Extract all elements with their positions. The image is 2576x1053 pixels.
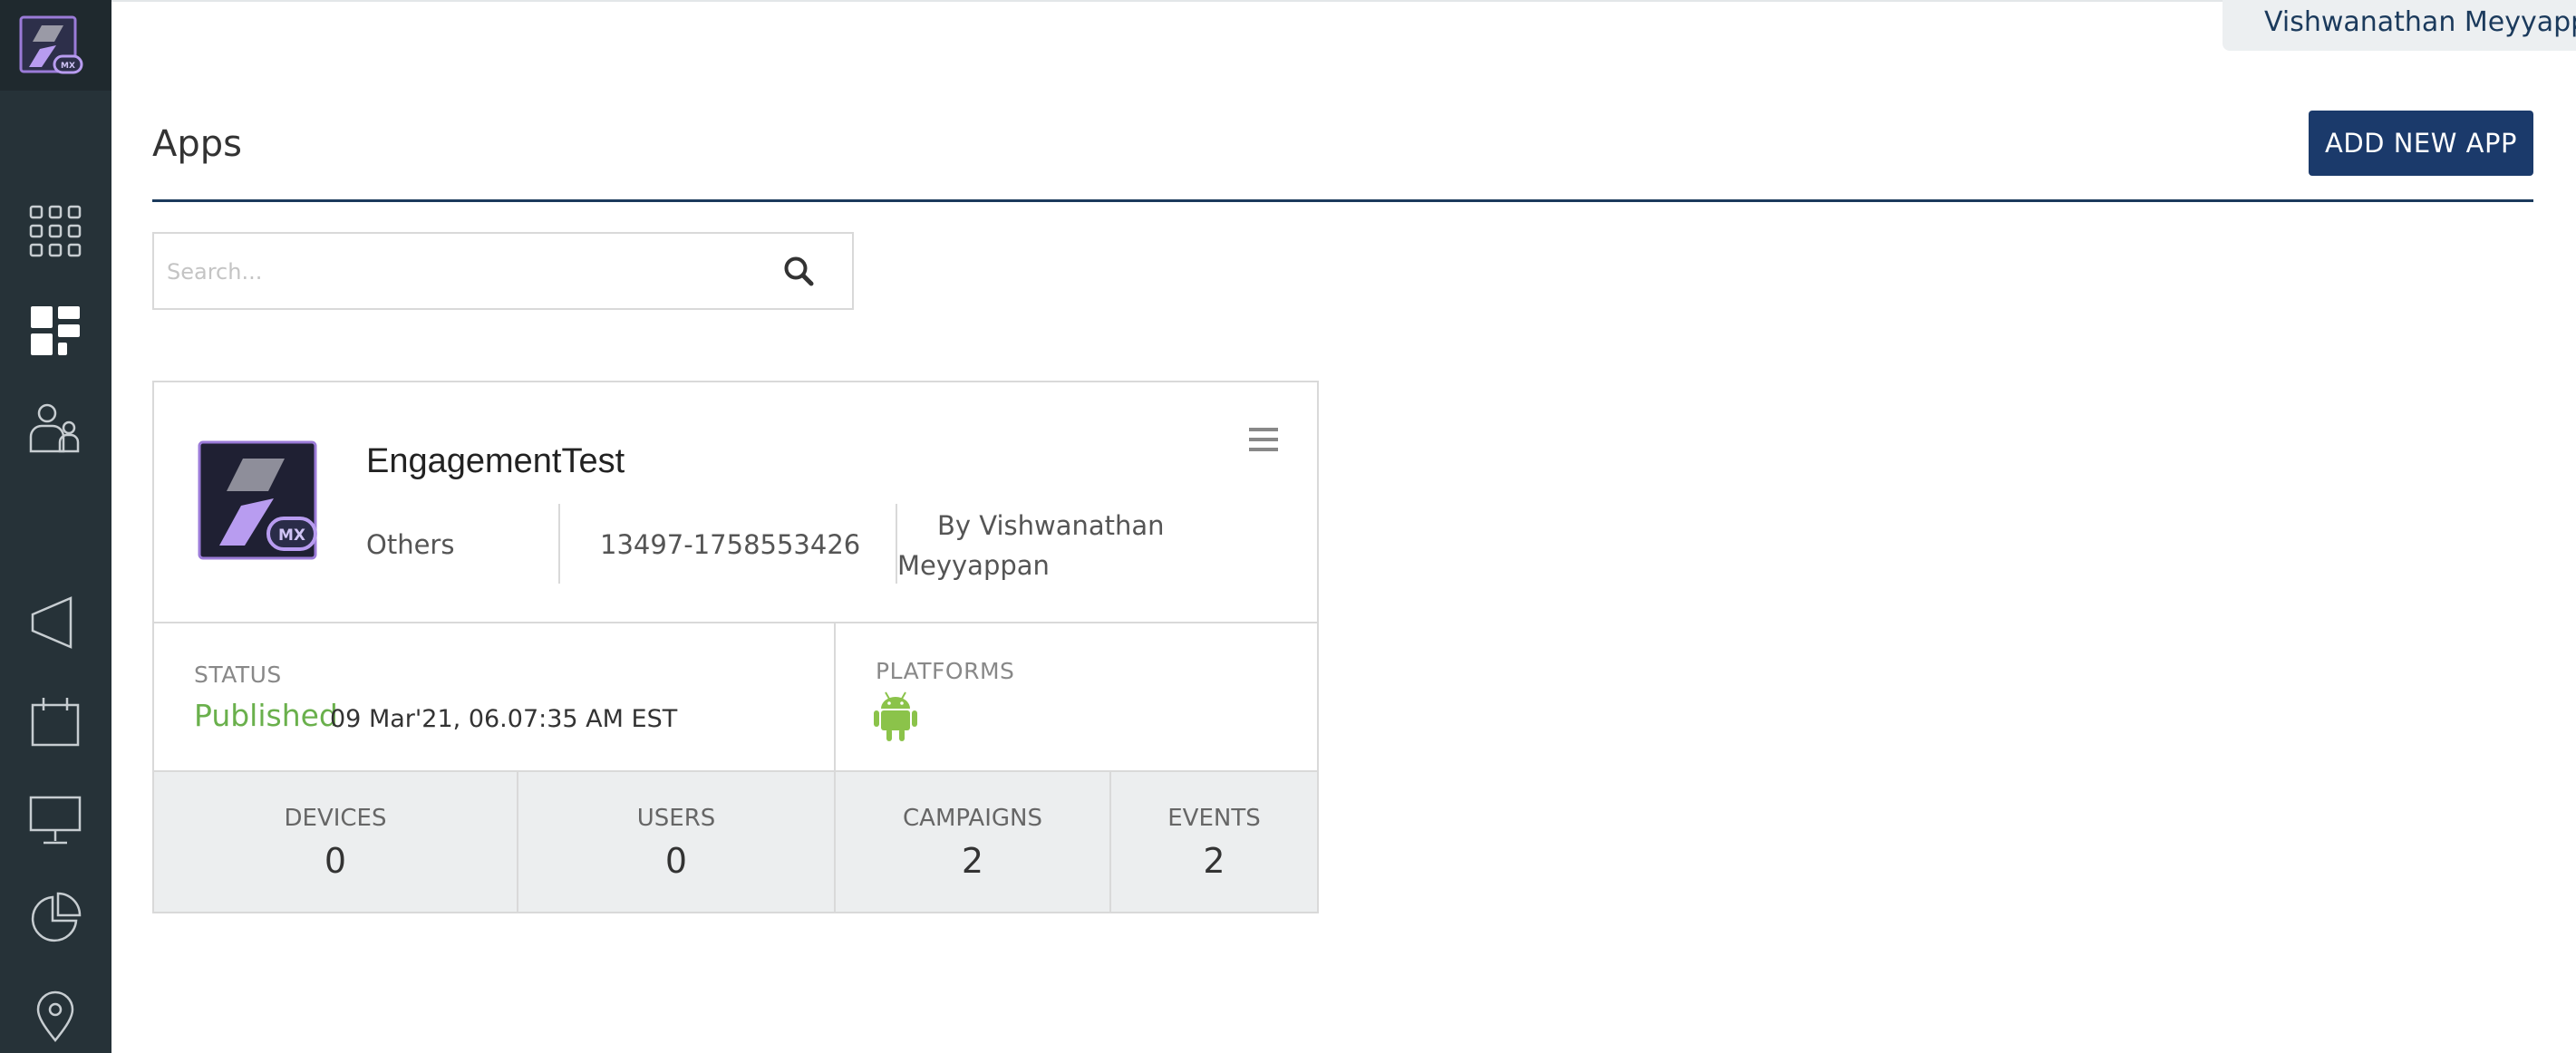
search-box[interactable] [152,232,854,310]
search-input[interactable] [167,246,747,297]
apps-grid-icon[interactable] [27,203,83,259]
search-icon[interactable] [781,254,818,290]
card-divider [154,622,1317,623]
stat-users[interactable]: USERS 0 [518,772,834,912]
add-new-app-button[interactable]: ADD NEW APP [2309,111,2533,176]
svg-text:MX: MX [278,526,305,545]
platforms-label: PLATFORMS [876,658,1015,684]
header-divider [152,199,2533,202]
app-owner: By Vishwanathan Meyyappan [897,506,1206,585]
sidebar: MX [0,0,111,1053]
stat-events[interactable]: EVENTS 2 [1111,772,1317,912]
stat-label: USERS [636,805,716,832]
app-logo-icon: MX [198,440,317,560]
megaphone-icon[interactable] [27,594,83,651]
meta-divider [558,504,560,584]
stat-value: 2 [961,841,984,881]
owner-line-2: Meyyappan [897,550,1050,581]
brand-logo-icon[interactable]: MX [18,14,83,74]
dashboard-icon[interactable] [27,303,83,359]
stat-value: 0 [664,841,688,881]
top-border [111,0,2223,2]
svg-text:MX: MX [61,62,75,71]
stat-value: 0 [324,841,347,881]
app-card[interactable]: MX EngagementTest Others 13497-175855342… [152,381,1319,913]
status-date: 09 Mar'21, 06.07:35 AM EST [330,705,678,733]
user-menu[interactable]: Vishwanathan Meyyappan [2223,0,2576,51]
status-label: STATUS [194,662,282,688]
app-id: 13497-1758553426 [600,529,861,560]
app-category: Others [366,529,455,560]
location-pin-icon[interactable] [27,988,83,1044]
stat-label: CAMPAIGNS [903,805,1042,832]
stat-value: 2 [1203,841,1225,881]
stat-label: DEVICES [284,805,387,832]
section-divider [834,622,836,772]
android-icon [874,691,917,741]
sidebar-logo-area: MX [0,0,111,91]
stat-label: EVENTS [1167,805,1261,832]
user-name[interactable]: Vishwanathan Meyyappan [2264,6,2576,38]
stat-campaigns[interactable]: CAMPAIGNS 2 [836,772,1109,912]
hamburger-menu-icon[interactable] [1247,426,1280,453]
app-stats: DEVICES 0 USERS 0 CAMPAIGNS 2 EVENTS 2 [154,772,1317,912]
calendar-icon[interactable] [27,694,83,750]
status-value: Published [194,698,338,733]
owner-line-1: By Vishwanathan [937,510,1165,541]
pie-chart-icon[interactable] [27,890,83,946]
users-icon[interactable] [27,401,83,457]
stat-devices[interactable]: DEVICES 0 [154,772,517,912]
page-title: Apps [152,123,242,165]
monitor-icon[interactable] [27,792,83,848]
app-name[interactable]: EngagementTest [366,442,625,481]
